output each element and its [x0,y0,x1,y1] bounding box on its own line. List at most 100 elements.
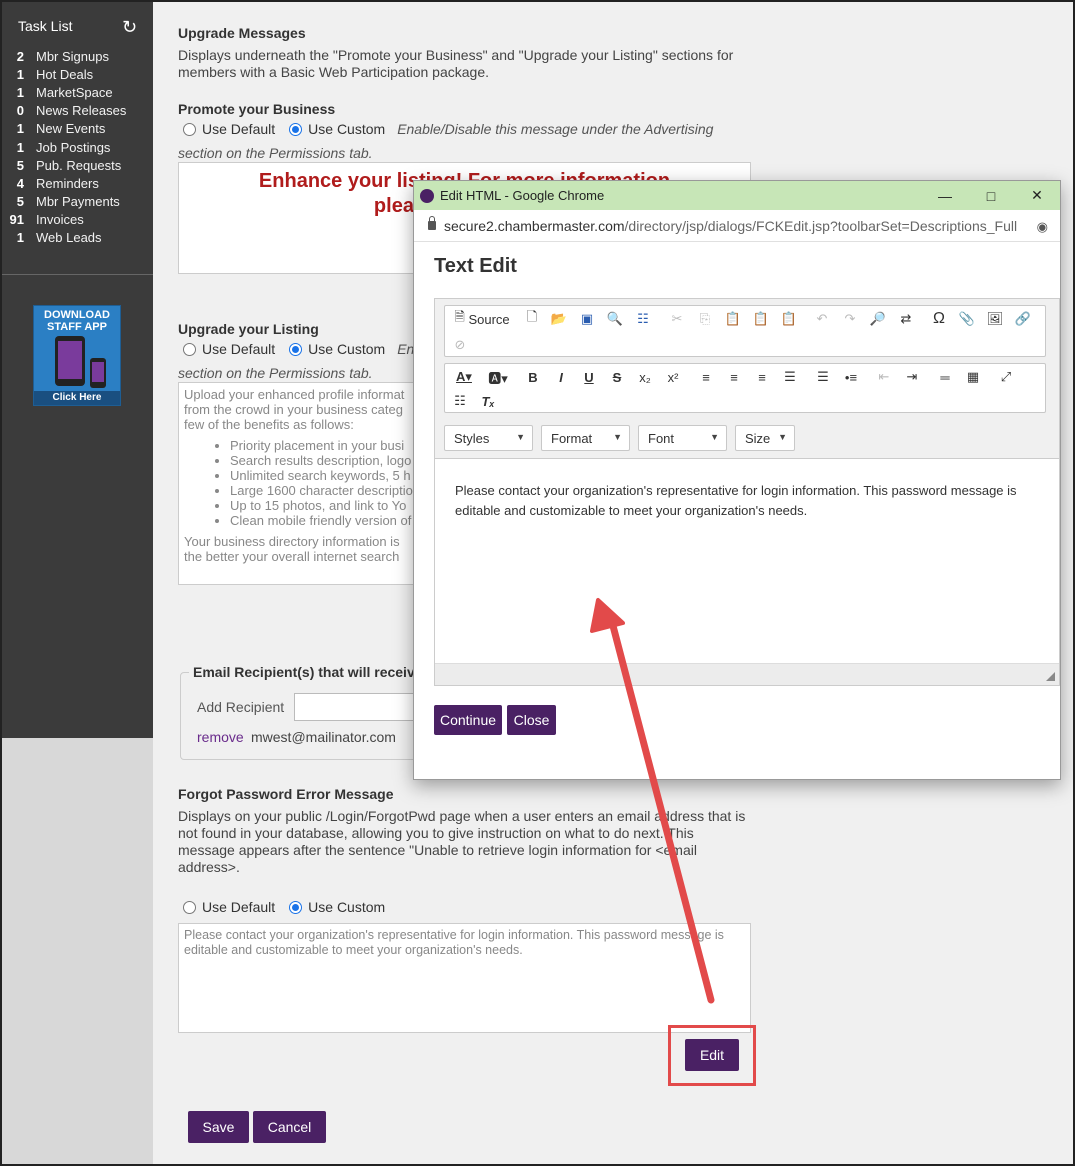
task-item[interactable]: 5 Mbr Payments [2,193,153,211]
task-item[interactable]: 1 Job Postings [2,138,153,156]
cancel-button[interactable]: Cancel [253,1111,326,1143]
url-bar[interactable]: secure2.chambermaster.com/directory/jsp/… [414,210,1060,242]
save-icon[interactable]: ▣ [576,309,598,329]
align-left-icon[interactable]: ≡ [695,367,717,387]
paste-text-icon[interactable]: 📋 [750,309,772,329]
toolbar-group-1: 🗎 Source 🗋 📂 ▣ 🔍 ☷ ✂ ⎘ 📋 📋 📋 ↶ ↷ 🔎 ⇄ Ω 📎… [444,305,1046,357]
remove-link-icon[interactable]: ⊘ [449,335,471,355]
font-dropdown[interactable]: Font ▼ [638,425,727,451]
maximize-editor-icon[interactable]: ⤢ [995,367,1017,387]
replace-icon[interactable]: ⇄ [895,309,917,329]
remove-recipient-link[interactable]: remove [197,729,244,745]
promote-custom-radio[interactable] [289,122,303,136]
task-item[interactable]: 1 MarketSpace [2,83,153,101]
add-recipient-label: Add Recipient [197,699,285,715]
task-count: 5 [16,194,24,210]
strike-icon[interactable]: S [606,367,628,387]
close-window-icon[interactable]: ✕ [1014,181,1060,210]
maximize-icon[interactable]: □ [968,181,1014,210]
forgot-message-box[interactable]: Please contact your organization's repre… [178,923,751,1033]
task-label: Reminders [36,175,99,191]
chevron-down-icon: ▼ [710,432,719,442]
listing-default-label: Use Default [202,341,276,357]
show-blocks-icon[interactable]: ☷ [449,391,471,411]
chevron-down-icon: ▼ [613,432,622,442]
source-button[interactable]: 🗎 Source [449,309,515,329]
refresh-icon[interactable]: ↻ [122,18,137,36]
task-item[interactable]: 2 Mbr Signups [2,47,153,65]
copy-icon[interactable]: ⎘ [694,309,716,329]
promote-default-radio[interactable] [183,122,196,136]
size-dropdown[interactable]: Size ▼ [735,425,795,451]
preview-icon[interactable]: 🔍 [604,309,626,329]
forgot-default-radio[interactable] [183,900,196,914]
close-button[interactable]: Close [507,705,556,735]
download-staff-app-badge[interactable]: DOWNLOAD STAFF APP Click Here [33,305,121,406]
paste-word-icon[interactable]: 📋 [778,309,800,329]
align-right-icon[interactable]: ≡ [751,367,773,387]
special-char-icon[interactable]: Ω [928,309,950,329]
task-item[interactable]: 1 New Events [2,120,153,138]
bold-icon[interactable]: B [522,367,544,387]
task-item[interactable]: 4 Reminders [2,174,153,192]
task-list: 2 Mbr Signups 1 Hot Deals 1 MarketSpace 0 News … [2,47,153,247]
chevron-down-icon: ▼ [516,432,525,442]
task-label: Job Postings [36,139,111,155]
new-page-icon[interactable]: 🗋 [521,309,543,329]
task-label: News Releases [36,103,127,119]
numbered-list-icon[interactable]: ☰ [812,367,834,387]
task-item[interactable]: 5 Pub. Requests [2,156,153,174]
format-dropdown[interactable]: Format ▼ [541,425,630,451]
task-item[interactable]: 1 Web Leads [2,229,153,247]
italic-icon[interactable]: I [550,367,572,387]
forgot-custom-radio[interactable] [289,900,303,914]
task-item[interactable]: 0 News Releases [2,102,153,120]
redo-icon[interactable]: ↷ [839,309,861,329]
indent-icon[interactable]: ⇥ [901,367,923,387]
eye-icon[interactable]: ◉ [1037,219,1048,235]
continue-button[interactable]: Continue [434,705,502,735]
task-item[interactable]: 91 Invoices [2,211,153,229]
email-recipients-legend: Email Recipient(s) that will receive [189,664,427,680]
task-item[interactable]: 1 Hot Deals [2,65,153,83]
promote-note-cont: section on the Permissions tab. [178,145,373,161]
task-count: 2 [16,48,24,64]
editor-body-text: Please contact your organization's repre… [455,483,1017,518]
url-path: /directory/jsp/dialogs/FCKEdit.jsp?toolb… [624,217,1018,234]
open-folder-icon[interactable]: 📂 [548,309,570,329]
attachment-icon[interactable]: 📎 [956,309,978,329]
image-icon[interactable]: 🖼 [984,309,1006,329]
listing-default-radio[interactable] [183,342,196,356]
horizontal-rule-icon[interactable]: ═ [934,367,956,387]
task-count: 1 [16,121,24,137]
listing-custom-radio[interactable] [289,342,303,356]
bulleted-list-icon[interactable]: •≡ [840,367,862,387]
task-list-sidebar: Task List ↻ 2 Mbr Signups 1 Hot Deals 1 Marke… [2,2,153,738]
minimize-icon[interactable]: — [922,181,968,210]
save-button[interactable]: Save [188,1111,249,1143]
rich-text-editor: 🗎 Source 🗋 📂 ▣ 🔍 ☷ ✂ ⎘ 📋 📋 📋 ↶ ↷ 🔎 ⇄ Ω 📎… [434,298,1060,686]
link-icon[interactable]: 🔗 [1012,309,1034,329]
editor-content-area[interactable]: Please contact your organization's repre… [435,459,1059,663]
find-icon[interactable]: 🔎 [867,309,889,329]
templates-icon[interactable]: ☷ [632,309,654,329]
font-label: Font [648,430,675,446]
outdent-icon[interactable]: ⇤ [873,367,895,387]
editor-statusbar [435,663,1059,685]
undo-icon[interactable]: ↶ [811,309,833,329]
align-center-icon[interactable]: ≡ [723,367,745,387]
resize-handle-icon[interactable] [1046,672,1055,681]
cut-icon[interactable]: ✂ [666,309,688,329]
sidebar-divider [2,274,153,275]
table-icon[interactable]: ▦ [962,367,984,387]
styles-dropdown[interactable]: Styles ▼ [444,425,533,451]
paste-icon[interactable]: 📋 [722,309,744,329]
subscript-icon[interactable]: x₂ [634,367,656,387]
remove-format-icon[interactable]: Tₓ [477,391,499,411]
task-count: 1 [16,139,24,155]
justify-icon[interactable]: ☰ [779,367,801,387]
underline-icon[interactable]: U [578,367,600,387]
superscript-icon[interactable]: x² [662,367,684,387]
text-color-icon[interactable]: A▾ [449,367,479,387]
background-color-icon[interactable]: 🅰▾ [483,367,513,387]
